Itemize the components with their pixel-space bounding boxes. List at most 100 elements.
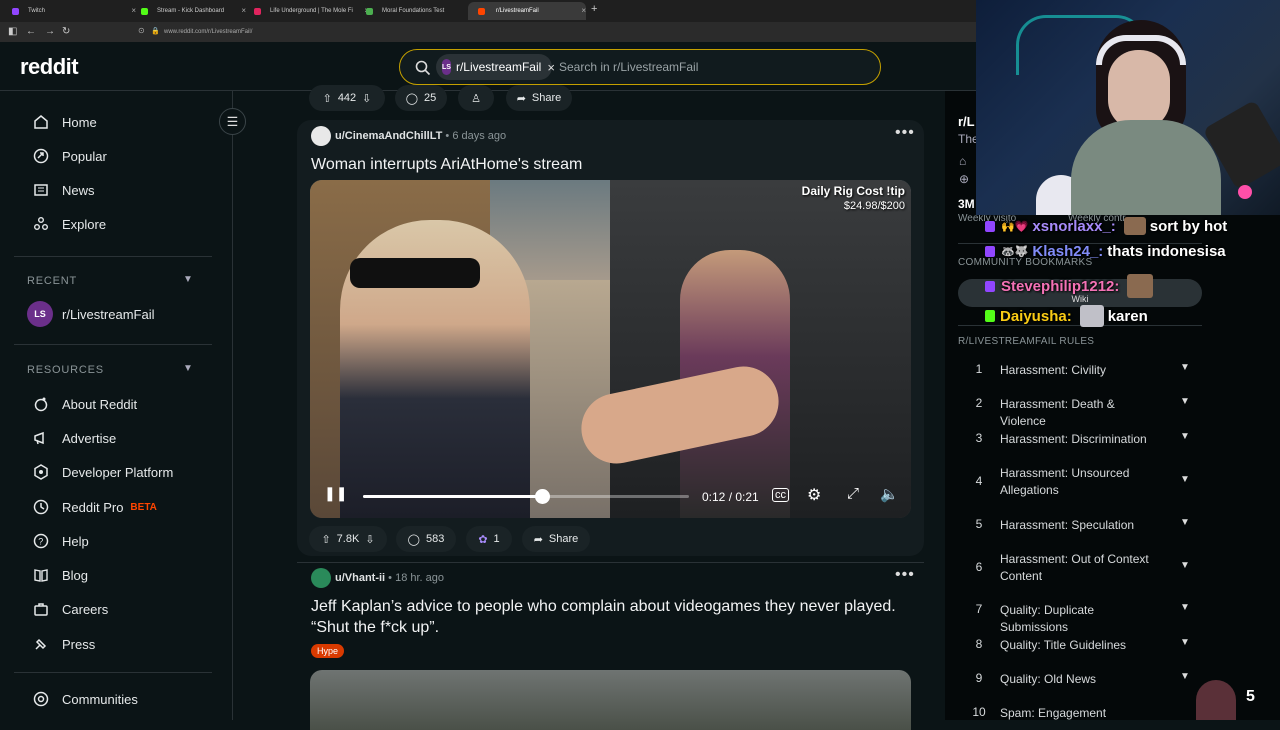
- clear-chip-icon[interactable]: ×: [547, 60, 555, 75]
- cake-icon: ⌂: [959, 154, 967, 168]
- progress-fill: [363, 495, 543, 498]
- rule-item[interactable]: 6 Harassment: Out of Context Content ▼: [958, 551, 1198, 587]
- browser-tab-kick[interactable]: Stream - Kick Dashboard ×: [129, 2, 246, 20]
- sidebar-item-developer[interactable]: Developer Platform: [32, 460, 173, 484]
- author-name[interactable]: u/Vhant-ii: [335, 572, 385, 584]
- subreddit-filter-chip[interactable]: LS r/LivestreamFail ×: [436, 54, 555, 80]
- browser-tab-twitch[interactable]: Twitch ×: [0, 2, 136, 20]
- comments-button[interactable]: ◯ 25: [395, 85, 447, 111]
- collapse-sidebar-button[interactable]: ☰: [219, 108, 246, 135]
- chevron-down-icon[interactable]: ▼: [1180, 602, 1190, 613]
- chevron-down-icon[interactable]: ▼: [1180, 517, 1190, 528]
- share-button[interactable]: ➦ Share: [506, 85, 572, 111]
- emote-icon: [1123, 217, 1146, 235]
- rule-item[interactable]: 1 Harassment: Civility ▼: [958, 362, 1198, 380]
- sidebar-item-help[interactable]: ? Help: [32, 529, 89, 553]
- comment-count: 583: [425, 533, 445, 545]
- video-player[interactable]: Daily Rig Cost !tip $24.98/$200 ❚❚ 0:12 …: [310, 180, 911, 518]
- share-button[interactable]: ➦ Share: [522, 526, 590, 552]
- chevron-down-icon[interactable]: ▼: [1180, 362, 1190, 373]
- sidebar-item-popular[interactable]: Popular: [32, 144, 107, 168]
- sidebar-toggle-icon[interactable]: ◧: [8, 26, 17, 37]
- fullscreen-icon[interactable]: ⤢: [847, 485, 859, 502]
- award-button[interactable]: ✿ 1: [466, 526, 512, 552]
- sidebar-item-label: News: [62, 182, 95, 198]
- post-author[interactable]: u/Vhant-ii • 18 hr. ago: [335, 572, 444, 584]
- author-avatar[interactable]: [311, 568, 331, 588]
- more-options-icon[interactable]: •••: [895, 124, 915, 142]
- upvote-icon[interactable]: ⇧: [321, 533, 330, 546]
- rule-text: Harassment: Out of Context Content: [1000, 552, 1149, 583]
- comments-button[interactable]: ◯ 583: [396, 526, 456, 552]
- post-flair[interactable]: Hype: [311, 644, 345, 658]
- chevron-down-icon[interactable]: ▼: [1180, 431, 1190, 442]
- site-info-icon[interactable]: ⊙: [138, 26, 145, 35]
- chevron-down-icon[interactable]: ▼: [1180, 474, 1190, 485]
- post-age: • 6 days ago: [445, 130, 507, 142]
- chat-username: xsnorlaxx_:: [1032, 217, 1116, 235]
- sidebar-item-press[interactable]: Press: [32, 632, 95, 656]
- overlay-title: Daily Rig Cost !tip: [801, 184, 905, 198]
- sidebar-item-home[interactable]: Home: [32, 110, 97, 134]
- tab-label: r/LivestreamFail: [496, 8, 539, 14]
- new-tab-button[interactable]: +: [591, 3, 597, 15]
- browser-tab-mole[interactable]: Life Underground | The Mole Fi ×: [242, 2, 369, 20]
- pause-icon[interactable]: ❚❚: [324, 485, 347, 502]
- rule-number: 7: [975, 602, 983, 616]
- upvote-icon[interactable]: ⇧: [323, 92, 332, 105]
- post-author[interactable]: u/CinemaAndChillLT • 6 days ago: [335, 130, 506, 142]
- rule-item[interactable]: 2 Harassment: Death & Violence ▼: [958, 396, 1198, 428]
- sidebar-item-advertise[interactable]: Advertise: [32, 426, 116, 450]
- downvote-icon[interactable]: ⇩: [362, 92, 371, 105]
- chevron-down-icon[interactable]: ▼: [1180, 560, 1190, 571]
- chevron-down-icon[interactable]: ▼: [183, 274, 193, 285]
- browser-tab-moral[interactable]: Moral Foundations Test ×: [354, 2, 472, 20]
- subscriber-badge-icon: [985, 246, 995, 257]
- sidebar-item-label: Blog: [62, 567, 89, 583]
- search-input[interactable]: Search in r/LivestreamFail: [559, 60, 698, 74]
- downvote-icon[interactable]: ⇩: [365, 533, 374, 546]
- close-icon[interactable]: ×: [581, 6, 586, 15]
- sidebar-item-blog[interactable]: Blog: [32, 563, 88, 587]
- rule-item[interactable]: 7 Quality: Duplicate Submissions ▼: [958, 602, 1198, 634]
- sidebar-item-news[interactable]: News: [32, 178, 95, 202]
- sidebar-item-explore[interactable]: Explore: [32, 212, 106, 236]
- rule-item[interactable]: 9 Quality: Old News ▼: [958, 671, 1198, 689]
- sidebar-item-careers[interactable]: Careers: [32, 597, 108, 621]
- forward-icon[interactable]: →: [45, 26, 55, 37]
- post-title[interactable]: Woman interrupts AriAtHome's stream: [311, 156, 582, 174]
- settings-icon[interactable]: ⚙: [807, 485, 821, 505]
- rule-item[interactable]: 5 Harassment: Speculation ▼: [958, 517, 1198, 535]
- rule-text: Quality: Old News: [1000, 672, 1097, 686]
- award-button[interactable]: ♙: [458, 85, 494, 111]
- more-options-icon[interactable]: •••: [895, 566, 915, 584]
- rule-item[interactable]: 3 Harassment: Discrimination ▼: [958, 431, 1198, 449]
- browser-tab-reddit[interactable]: r/LivestreamFail ×: [468, 2, 586, 20]
- rule-item[interactable]: 4 Harassment: Unsourced Allegations ▼: [958, 465, 1198, 501]
- back-icon[interactable]: ←: [26, 26, 36, 37]
- press-icon: [32, 635, 50, 653]
- chevron-down-icon[interactable]: ▼: [1180, 671, 1190, 682]
- rule-item[interactable]: 10 Spam: Engagement: [958, 705, 1198, 723]
- sidebar-item-livestreamfail[interactable]: LS r/LivestreamFail: [27, 301, 154, 327]
- video-time: 0:12 / 0:21: [702, 490, 759, 504]
- captions-icon[interactable]: cc: [772, 488, 789, 502]
- reddit-logo[interactable]: reddit: [20, 54, 79, 80]
- progress-track[interactable]: [363, 489, 689, 504]
- sidebar-item-reddit-pro[interactable]: Reddit Pro BETA: [32, 495, 157, 519]
- volume-icon[interactable]: 🔈: [880, 485, 899, 503]
- sidebar-item-about[interactable]: About Reddit: [32, 392, 137, 416]
- subreddit-avatar-icon: LS: [442, 59, 451, 75]
- post-media-thumbnail[interactable]: [310, 670, 911, 730]
- author-avatar[interactable]: [311, 126, 331, 146]
- chevron-down-icon[interactable]: ▼: [183, 363, 193, 374]
- post-title[interactable]: Jeff Kaplan’s advice to people who compl…: [311, 596, 911, 638]
- sidebar-item-communities[interactable]: Communities: [32, 687, 138, 711]
- chevron-down-icon[interactable]: ▼: [1180, 396, 1190, 407]
- reload-icon[interactable]: ↻: [62, 26, 70, 37]
- url-field[interactable]: ⊙ 🔒 www.reddit.com/r/LivestreamFail/: [134, 24, 974, 40]
- rule-item[interactable]: 8 Quality: Title Guidelines ▼: [958, 637, 1198, 655]
- sidebar-item-label: Communities: [62, 691, 138, 707]
- chevron-down-icon[interactable]: ▼: [1180, 637, 1190, 648]
- author-name[interactable]: u/CinemaAndChillLT: [335, 130, 442, 142]
